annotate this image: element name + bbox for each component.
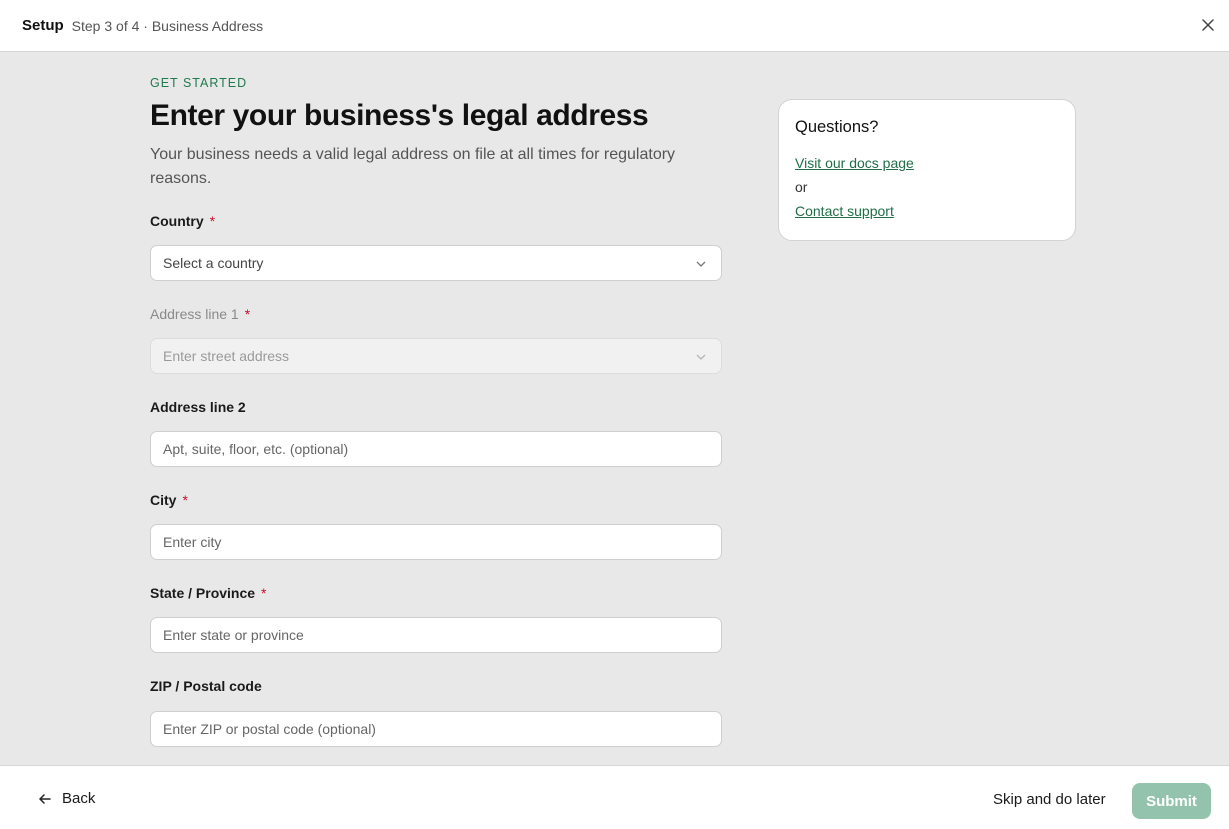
address2-input[interactable] xyxy=(163,441,709,457)
required-marker: * xyxy=(244,306,251,322)
help-card: Questions? Visit our docs page or Contac… xyxy=(778,99,1076,241)
state-field: State / Province * xyxy=(150,585,723,653)
country-select[interactable]: Select a country xyxy=(150,245,722,281)
skip-button[interactable]: Skip and do later xyxy=(993,791,1106,808)
country-field: Country * Select a country xyxy=(150,213,723,281)
chevron-down-icon xyxy=(696,261,706,267)
address1-select[interactable]: Enter street address xyxy=(150,338,722,374)
form-description: Your business needs a valid legal addres… xyxy=(150,146,676,187)
address1-label: Address line 1 xyxy=(150,306,239,322)
address2-input-wrap xyxy=(150,431,722,467)
address1-field: Address line 1 * Enter street address xyxy=(150,306,723,374)
state-label: State / Province xyxy=(150,585,256,601)
required-marker: * xyxy=(182,492,188,508)
support-link[interactable]: Contact support xyxy=(795,199,1059,223)
address-form: GET STARTED Enter your business's legal … xyxy=(150,76,723,747)
page-title: Setup xyxy=(22,17,64,34)
back-label: Back xyxy=(62,790,96,807)
docs-link[interactable]: Visit our docs page xyxy=(795,151,1059,175)
close-icon[interactable] xyxy=(1201,18,1217,34)
city-input-wrap xyxy=(150,524,722,560)
address1-placeholder: Enter street address xyxy=(163,348,290,364)
submit-button[interactable]: Submit xyxy=(1132,783,1211,819)
zip-label: ZIP / Postal code xyxy=(150,678,262,694)
help-or: or xyxy=(795,179,808,195)
form-heading: Enter your business's legal address xyxy=(150,99,649,132)
eyebrow-label: GET STARTED xyxy=(150,76,248,90)
footer-bar: Back Skip and do later Submit xyxy=(0,765,1229,829)
required-marker: * xyxy=(261,585,267,601)
help-title: Questions? xyxy=(795,118,879,136)
city-label: City xyxy=(150,492,177,508)
zip-input-wrap xyxy=(150,711,722,747)
step-indicator: Step 3 of 4 · Business Address xyxy=(71,17,264,34)
zip-input[interactable] xyxy=(163,721,709,737)
chevron-down-icon xyxy=(696,354,706,360)
country-select-placeholder: Select a country xyxy=(163,255,264,271)
country-label: Country xyxy=(150,213,204,229)
main-content: GET STARTED Enter your business's legal … xyxy=(0,52,1229,765)
required-marker: * xyxy=(209,213,216,229)
state-input-wrap xyxy=(150,617,722,653)
address2-label: Address line 2 xyxy=(150,399,246,415)
arrow-left-icon xyxy=(39,793,51,804)
top-bar: Setup Step 3 of 4 · Business Address xyxy=(0,0,1229,52)
city-field: City * xyxy=(150,492,723,560)
state-input[interactable] xyxy=(163,627,709,643)
back-button[interactable]: Back xyxy=(38,790,95,807)
city-input[interactable] xyxy=(163,534,709,550)
address2-field: Address line 2 xyxy=(150,399,723,467)
zip-field: ZIP / Postal code xyxy=(150,678,723,747)
